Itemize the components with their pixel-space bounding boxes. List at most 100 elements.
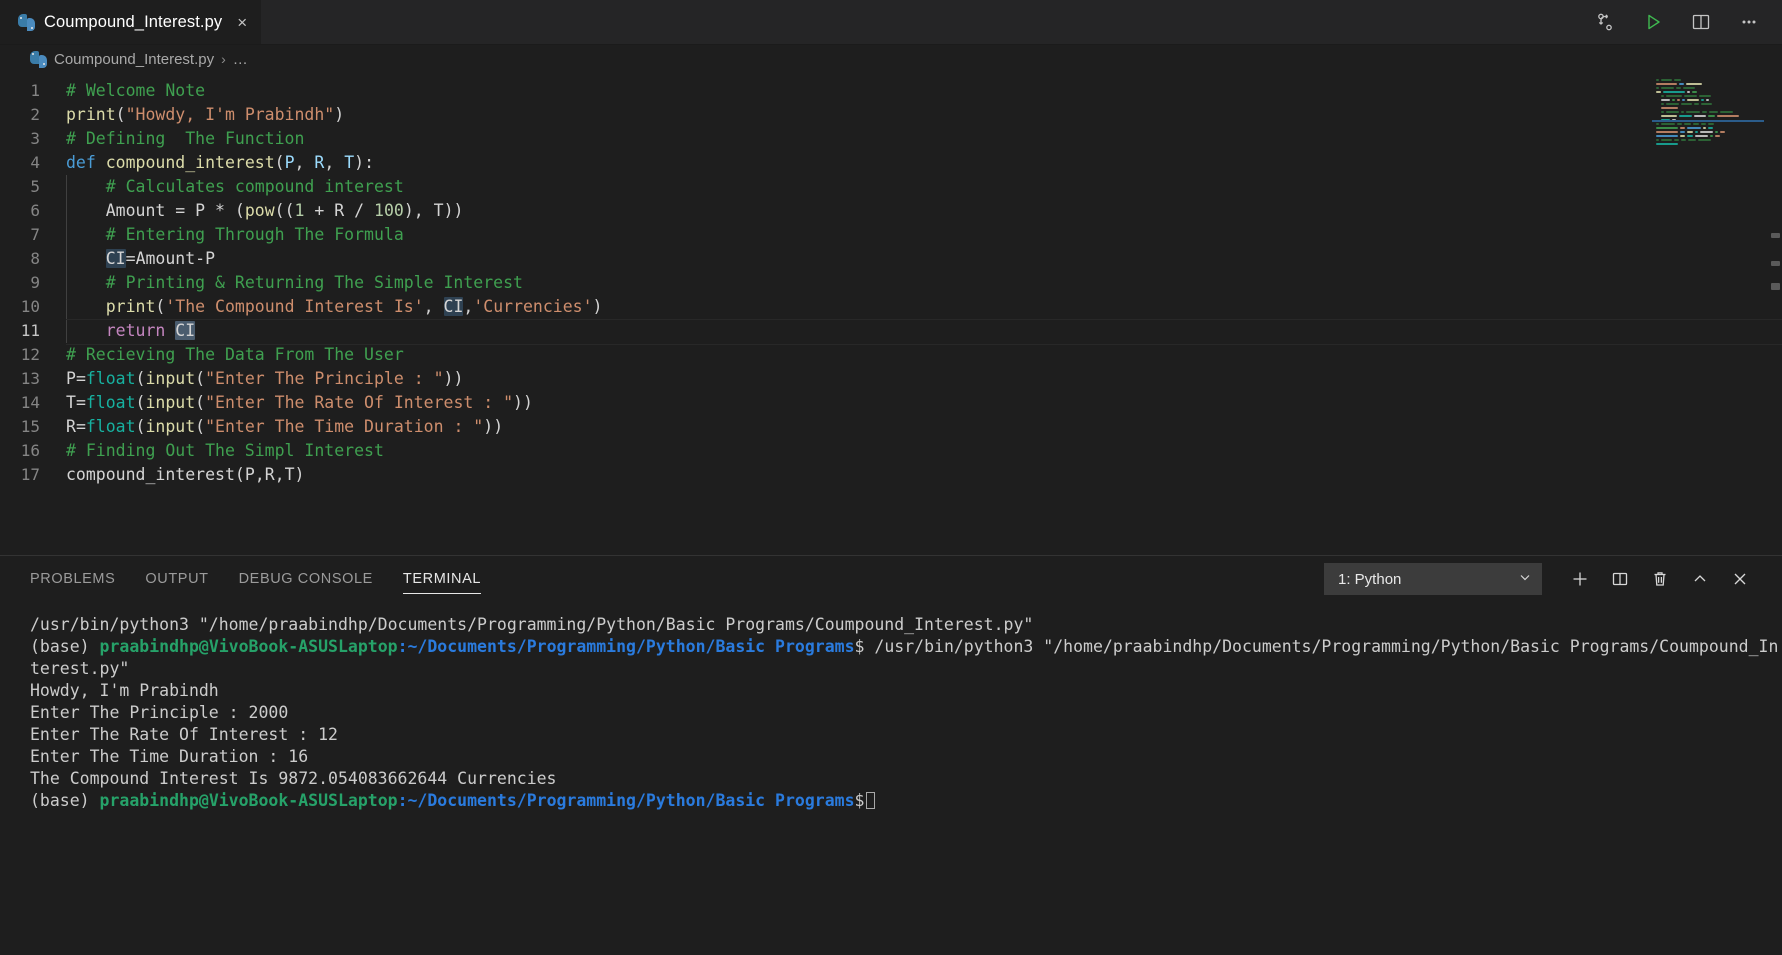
line-number: 11 — [0, 319, 66, 343]
terminal-output-line: Enter The Principle : 2000 — [30, 702, 1782, 724]
indent-guide — [66, 247, 67, 271]
line-content[interactable]: P=float(input("Enter The Principle : ")) — [66, 367, 1782, 391]
code-line[interactable]: 1# Welcome Note — [0, 79, 1782, 103]
split-editor-right-icon[interactable] — [1690, 11, 1712, 33]
vscode-window: Coumpound_Interest.py × — [0, 0, 1782, 955]
indent-guide — [66, 175, 67, 199]
line-number: 5 — [0, 175, 66, 199]
close-panel-icon[interactable] — [1720, 563, 1760, 595]
indent-guide — [66, 223, 67, 247]
line-number: 15 — [0, 415, 66, 439]
code-line[interactable]: 17compound_interest(P,R,T) — [0, 463, 1782, 487]
line-content[interactable]: Amount = P * (pow((1 + R / 100), T)) — [66, 199, 1782, 223]
new-terminal-icon[interactable] — [1560, 563, 1600, 595]
panel-tab-list: PROBLEMS OUTPUT DEBUG CONSOLE TERMINAL — [30, 556, 481, 602]
line-content[interactable]: # Calculates compound interest — [66, 175, 1782, 199]
terminal-env: (base) — [30, 637, 100, 656]
line-number: 4 — [0, 151, 66, 175]
code-line[interactable]: 13P=float(input("Enter The Principle : "… — [0, 367, 1782, 391]
code-line[interactable]: 16# Finding Out The Simpl Interest — [0, 439, 1782, 463]
line-number: 12 — [0, 343, 66, 367]
line-content[interactable]: # Printing & Returning The Simple Intere… — [66, 271, 1782, 295]
code-editor[interactable]: 1# Welcome Note2print("Howdy, I'm Prabin… — [0, 73, 1782, 555]
code-line[interactable]: 10 print('The Compound Interest Is', CI,… — [0, 295, 1782, 319]
line-content[interactable]: return CI — [66, 319, 1782, 343]
panel-tab-output[interactable]: OUTPUT — [145, 556, 208, 602]
line-content[interactable]: # Finding Out The Simpl Interest — [66, 439, 1782, 463]
terminal-output-line: Howdy, I'm Prabindh — [30, 680, 1782, 702]
line-number: 16 — [0, 439, 66, 463]
line-content[interactable]: print('The Compound Interest Is', CI,'Cu… — [66, 295, 1782, 319]
terminal-user-host: praabindhp@VivoBook-ASUSLaptop — [100, 637, 398, 656]
breadcrumb[interactable]: Coumpound_Interest.py › … — [0, 45, 1782, 73]
terminal-output-line: The Compound Interest Is 9872.0540836626… — [30, 768, 1782, 790]
line-content[interactable]: T=float(input("Enter The Rate Of Interes… — [66, 391, 1782, 415]
code-line[interactable]: 11 return CI — [0, 319, 1782, 343]
editor-scrollbar[interactable] — [1768, 73, 1782, 555]
editor-toolbar — [1594, 0, 1782, 44]
terminal-selector-dropdown[interactable]: 1: Python — [1324, 563, 1542, 595]
line-content[interactable]: compound_interest(P,R,T) — [66, 463, 1782, 487]
code-line[interactable]: 3# Defining The Function — [0, 127, 1782, 151]
close-icon[interactable]: × — [237, 14, 247, 31]
line-number: 8 — [0, 247, 66, 271]
code-line[interactable]: 12# Recieving The Data From The User — [0, 343, 1782, 367]
line-number: 17 — [0, 463, 66, 487]
terminal-cwd: :~/Documents/Programming/Python/Basic Pr… — [398, 791, 855, 810]
editor-tab-bar: Coumpound_Interest.py × — [0, 0, 1782, 45]
more-actions-icon[interactable] — [1738, 11, 1760, 33]
kill-terminal-icon[interactable] — [1640, 563, 1680, 595]
line-content[interactable]: # Recieving The Data From The User — [66, 343, 1782, 367]
indent-guide — [66, 199, 67, 223]
terminal-user-host: praabindhp@VivoBook-ASUSLaptop — [100, 791, 398, 810]
terminal-prompt-symbol: $ — [855, 637, 865, 656]
line-number: 6 — [0, 199, 66, 223]
line-content[interactable]: # Defining The Function — [66, 127, 1782, 151]
terminal-output[interactable]: /usr/bin/python3 "/home/praabindhp/Docum… — [0, 602, 1782, 955]
code-line[interactable]: 9 # Printing & Returning The Simple Inte… — [0, 271, 1782, 295]
line-content[interactable]: # Entering Through The Formula — [66, 223, 1782, 247]
code-line[interactable]: 6 Amount = P * (pow((1 + R / 100), T)) — [0, 199, 1782, 223]
line-content[interactable]: def compound_interest(P, R, T): — [66, 151, 1782, 175]
line-content[interactable]: CI=Amount-P — [66, 247, 1782, 271]
line-number: 13 — [0, 367, 66, 391]
python-icon — [30, 51, 47, 68]
line-content[interactable]: # Welcome Note — [66, 79, 1782, 103]
indent-guide — [66, 319, 67, 343]
indent-guide — [66, 295, 67, 319]
line-content[interactable]: R=float(input("Enter The Time Duration :… — [66, 415, 1782, 439]
panel-tab-problems[interactable]: PROBLEMS — [30, 556, 115, 602]
terminal-output-line: /usr/bin/python3 "/home/praabindhp/Docum… — [30, 614, 1782, 636]
line-number: 7 — [0, 223, 66, 247]
terminal-env: (base) — [30, 791, 100, 810]
indent-guide — [66, 271, 67, 295]
bottom-panel: PROBLEMS OUTPUT DEBUG CONSOLE TERMINAL 1: P… — [0, 555, 1782, 955]
panel-tab-debug-console[interactable]: DEBUG CONSOLE — [239, 556, 373, 602]
terminal-prompt-symbol: $ — [855, 791, 865, 810]
code-line[interactable]: 14T=float(input("Enter The Rate Of Inter… — [0, 391, 1782, 415]
chevron-right-icon: › — [221, 51, 226, 67]
code-line[interactable]: 8 CI=Amount-P — [0, 247, 1782, 271]
line-number: 1 — [0, 79, 66, 103]
split-terminal-icon[interactable] — [1600, 563, 1640, 595]
code-line[interactable]: 5 # Calculates compound interest — [0, 175, 1782, 199]
breadcrumb-filename[interactable]: Coumpound_Interest.py — [54, 51, 214, 68]
terminal-selector-value: 1: Python — [1338, 571, 1401, 588]
breadcrumb-symbols[interactable]: … — [233, 51, 248, 68]
line-number: 9 — [0, 271, 66, 295]
code-line[interactable]: 15R=float(input("Enter The Time Duration… — [0, 415, 1782, 439]
code-line[interactable]: 4def compound_interest(P, R, T): — [0, 151, 1782, 175]
editor-tab-coumpound-interest[interactable]: Coumpound_Interest.py × — [0, 0, 261, 44]
code-line[interactable]: 2print("Howdy, I'm Prabindh") — [0, 103, 1782, 127]
python-icon — [18, 14, 35, 31]
line-number: 2 — [0, 103, 66, 127]
code-line[interactable]: 7 # Entering Through The Formula — [0, 223, 1782, 247]
maximize-panel-icon[interactable] — [1680, 563, 1720, 595]
terminal-output-line: Enter The Rate Of Interest : 12 — [30, 724, 1782, 746]
source-control-fork-icon[interactable] — [1594, 11, 1616, 33]
code-lines[interactable]: 1# Welcome Note2print("Howdy, I'm Prabin… — [0, 73, 1782, 555]
panel-header: PROBLEMS OUTPUT DEBUG CONSOLE TERMINAL 1: P… — [0, 556, 1782, 602]
run-python-file-icon[interactable] — [1642, 11, 1664, 33]
panel-tab-terminal[interactable]: TERMINAL — [403, 556, 481, 602]
line-content[interactable]: print("Howdy, I'm Prabindh") — [66, 103, 1782, 127]
